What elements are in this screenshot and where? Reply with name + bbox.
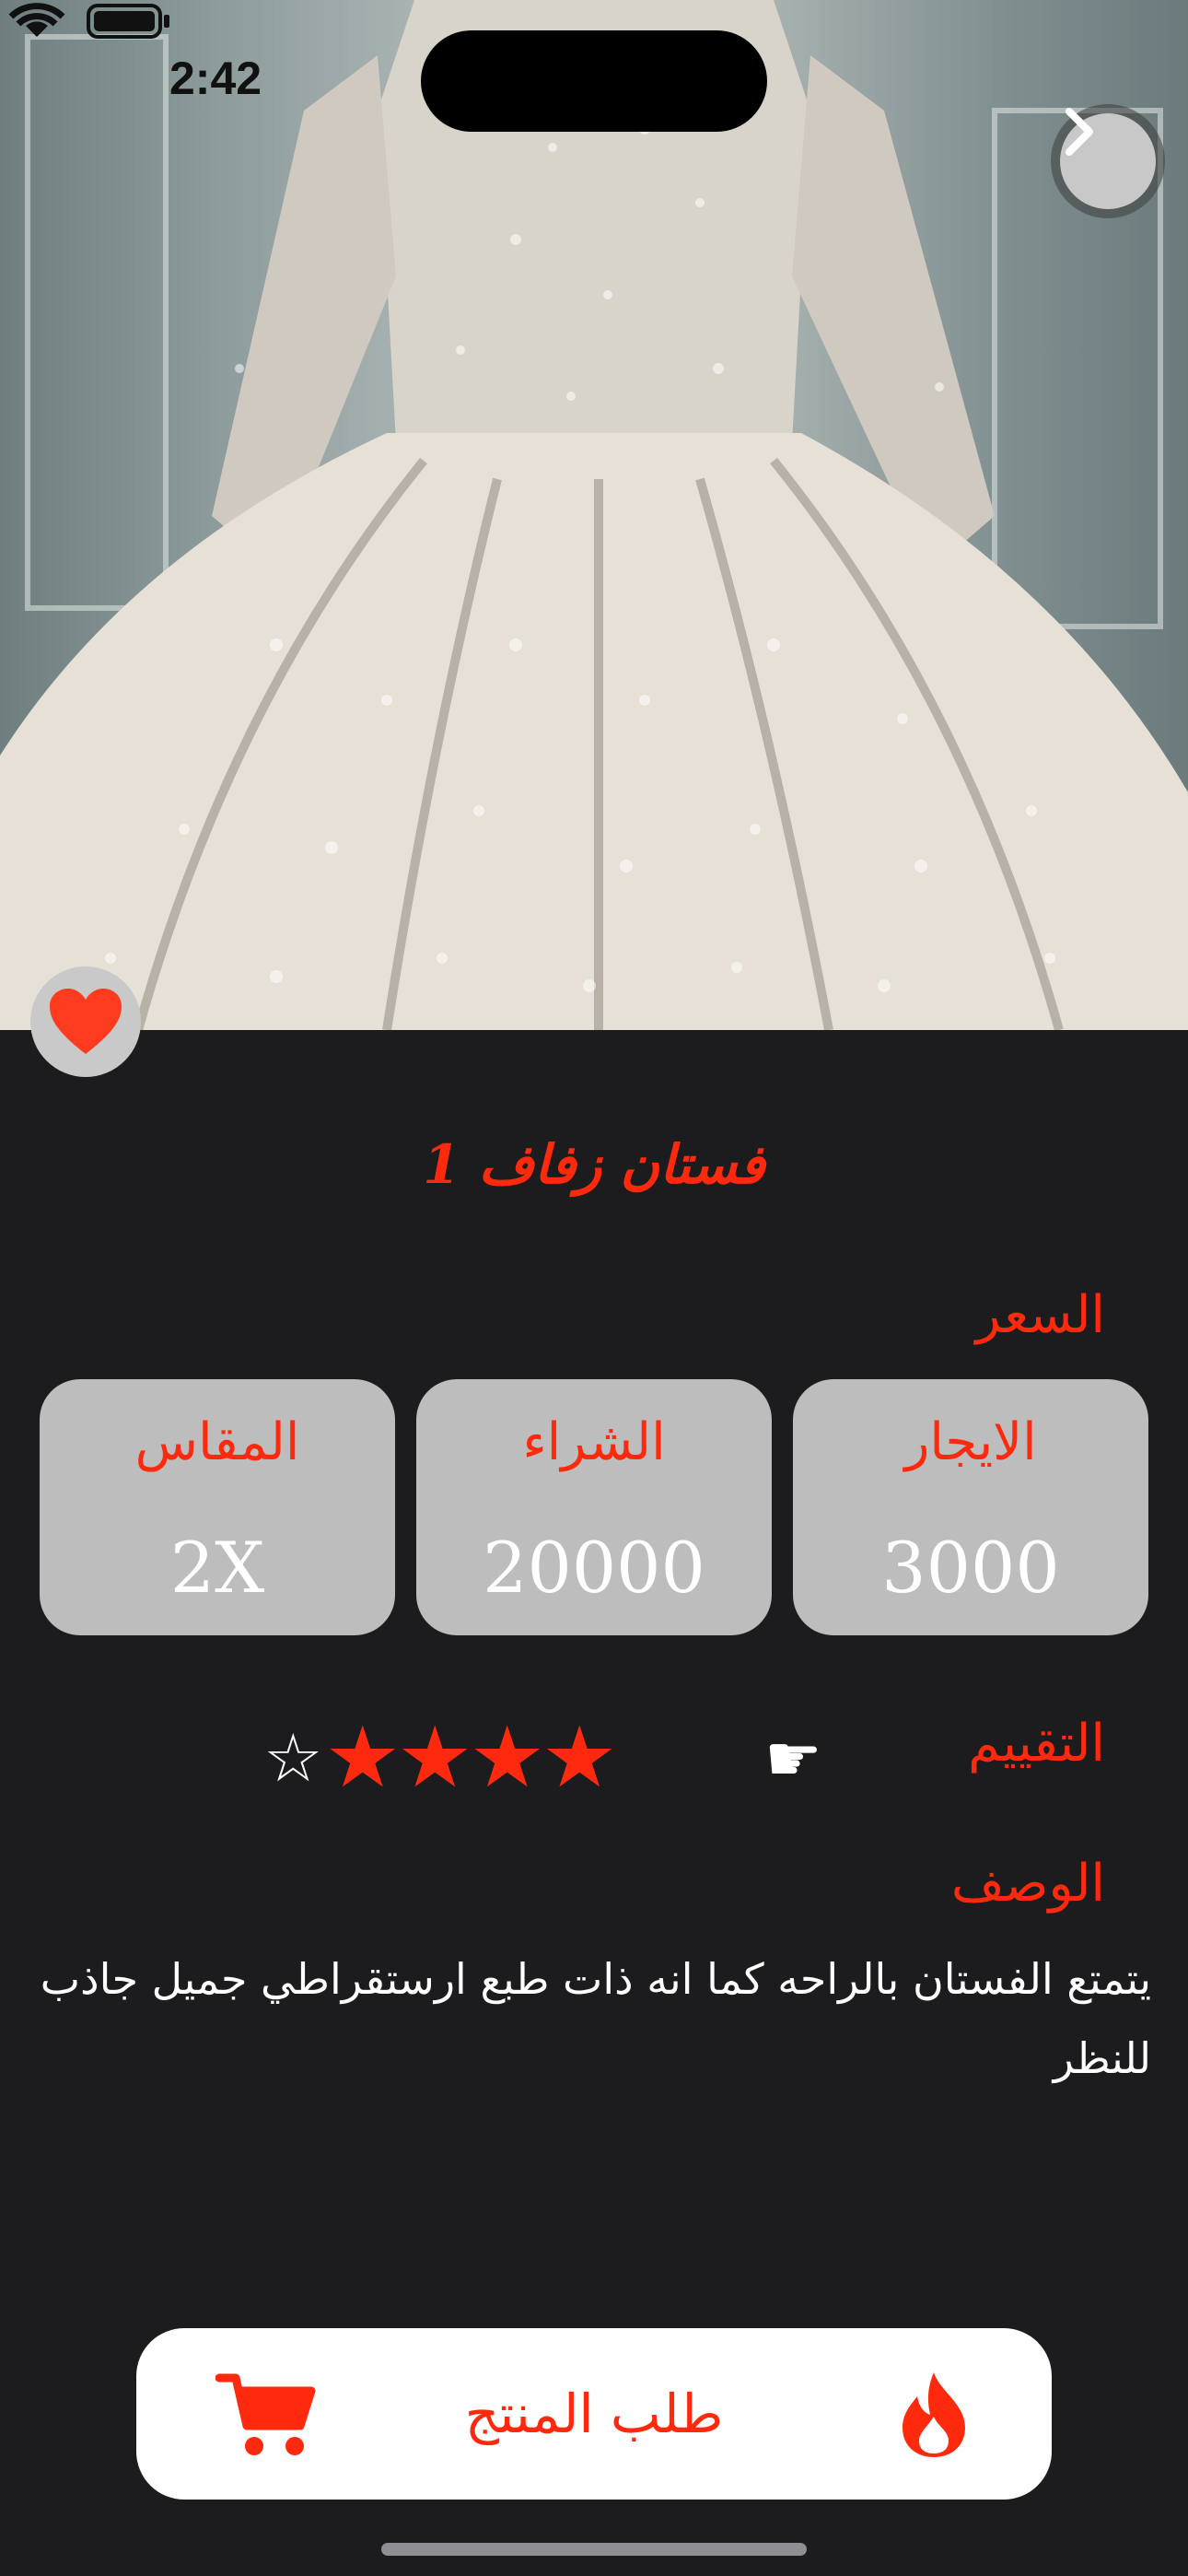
battery-icon <box>87 4 169 39</box>
rating-label: التقييم <box>968 1714 1105 1774</box>
rent-price-value: 3000 <box>881 1527 1060 1609</box>
product-description: يتمتع الفستان بالراحه كما انه ذات طبع ار… <box>40 1954 1151 2083</box>
product-title: فستان زفاف 1 <box>423 1133 765 1196</box>
favorite-button[interactable] <box>30 966 141 1077</box>
size-card: المقاس 2X <box>40 1379 395 1635</box>
pointing-hand-icon: ☛ <box>764 1721 822 1797</box>
buy-price-card: الشراء 20000 <box>416 1379 772 1635</box>
price-section-label: السعر <box>975 1285 1106 1345</box>
description-label: الوصف <box>950 1854 1105 1914</box>
next-image-button[interactable] <box>1051 104 1165 218</box>
rent-price-label: الايجار <box>904 1412 1037 1472</box>
size-value: 2X <box>169 1527 265 1609</box>
size-label: المقاس <box>134 1412 300 1472</box>
star-icon: ★ <box>324 1708 402 1807</box>
rent-price-card: الايجار 3000 <box>793 1379 1148 1635</box>
star-icon: ★ <box>469 1708 545 1807</box>
rating-stars: ☆ ★ ★ ★ ★ <box>263 1708 618 1807</box>
fire-icon <box>903 2372 965 2457</box>
heart-icon <box>50 989 122 1054</box>
product-image: 2:42 <box>0 0 1188 1030</box>
dynamic-island <box>421 30 767 132</box>
status-time: 2:42 <box>169 53 262 104</box>
buy-price-value: 20000 <box>483 1527 705 1609</box>
star-icon: ★ <box>542 1708 618 1807</box>
wifi-icon <box>8 3 65 37</box>
buy-price-label: الشراء <box>522 1412 666 1472</box>
status-icons <box>8 3 169 39</box>
star-empty-icon: ☆ <box>263 1719 323 1797</box>
order-product-button[interactable]: طلب المنتج <box>136 2328 1052 2500</box>
chevron-right-icon <box>1066 108 1093 156</box>
star-icon: ★ <box>397 1708 473 1807</box>
home-indicator <box>381 2543 807 2556</box>
